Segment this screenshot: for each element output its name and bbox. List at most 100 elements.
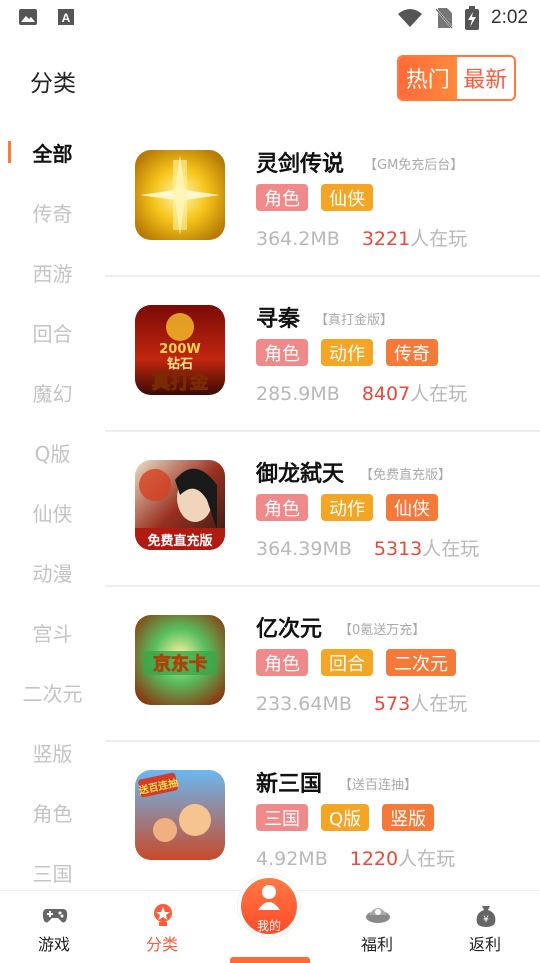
category-sidebar: 全部 传奇 西游 回合 魔幻 Q版 仙侠 动漫 宫斗 二次元 竖版 角色 三国 bbox=[0, 122, 105, 890]
sidebar-item-label: 宫斗 bbox=[32, 621, 73, 646]
game-promo-note: 【GM免充后台】 bbox=[364, 158, 464, 173]
header: 分类 热门 最新 bbox=[0, 36, 540, 122]
game-icon: 200W 钻石 真打金 bbox=[135, 305, 225, 395]
list-item[interactable]: 京东卡 亿次元 【0氪送万充】 角色 回合 二次元 233.64MB 573人在玩 bbox=[105, 587, 540, 742]
sidebar-item-rpg[interactable]: 角色 bbox=[0, 782, 105, 842]
sort-toggle: 热门 最新 bbox=[397, 55, 516, 101]
icon-text: 免费直充版 bbox=[147, 533, 212, 549]
game-size: 4.92MB bbox=[256, 848, 328, 870]
list-item[interactable]: 200W 钻石 真打金 寻秦 【真打金版】 角色 动作 传奇 285.9MB 84… bbox=[105, 277, 540, 432]
sidebar-item-three-kingdoms[interactable]: 三国 bbox=[0, 842, 105, 890]
game-meta: 364.2MB 3221人在玩 bbox=[256, 224, 467, 251]
player-count-suffix: 人在玩 bbox=[410, 228, 468, 250]
status-time: 2:02 bbox=[491, 7, 528, 28]
player-count: 1220 bbox=[349, 848, 399, 870]
game-tags: 角色 动作 传奇 bbox=[256, 339, 438, 366]
sidebar-item-label: 三国 bbox=[32, 861, 73, 886]
tab-hot[interactable]: 热门 bbox=[399, 57, 457, 99]
sidebar-item-legend[interactable]: 传奇 bbox=[0, 182, 105, 242]
genre-tag: 回合 bbox=[321, 649, 373, 676]
game-promo-note: 【免费直充版】 bbox=[360, 468, 452, 483]
tab-newest[interactable]: 最新 bbox=[456, 57, 514, 99]
game-meta: 4.92MB 1220人在玩 bbox=[256, 844, 455, 871]
list-item[interactable]: 免费直充版 御龙弑天 【免费直充版】 角色 动作 仙侠 364.39MB 5313… bbox=[105, 432, 540, 587]
list-item[interactable]: 送百连抽 新三国 【送百连抽】 三国 Q版 竖版 4.92MB 1220人在玩 bbox=[105, 742, 540, 890]
sidebar-item-label: 仙侠 bbox=[32, 501, 73, 526]
icon-text: 京东卡 bbox=[153, 653, 207, 675]
game-size: 285.9MB bbox=[256, 383, 340, 405]
genre-tag: 二次元 bbox=[386, 649, 456, 676]
player-count-suffix: 人在玩 bbox=[422, 538, 480, 560]
sidebar-item-anime[interactable]: 动漫 bbox=[0, 542, 105, 602]
page-title: 分类 bbox=[30, 71, 76, 97]
player-count-suffix: 人在玩 bbox=[398, 848, 456, 870]
list-item[interactable]: 灵剑传说 【GM免充后台】 角色 仙侠 364.2MB 3221人在玩 bbox=[105, 122, 540, 277]
game-icon-art: 200W 钻石 真打金 bbox=[135, 305, 225, 395]
wifi-icon bbox=[398, 9, 423, 27]
player-count: 5313 bbox=[373, 538, 423, 560]
game-name: 御龙弑天 bbox=[256, 462, 345, 487]
game-name: 寻秦 bbox=[256, 307, 301, 332]
sidebar-item-turn-based[interactable]: 回合 bbox=[0, 302, 105, 362]
genre-tag: 仙侠 bbox=[386, 494, 438, 521]
genre-tag: 动作 bbox=[321, 339, 373, 366]
sidebar-item-journey-west[interactable]: 西游 bbox=[0, 242, 105, 302]
player-count: 3221 bbox=[361, 228, 411, 250]
gift-icon bbox=[366, 908, 390, 923]
game-meta: 285.9MB 8407人在玩 bbox=[256, 379, 467, 406]
game-icon-art: 送百连抽 bbox=[135, 770, 225, 860]
nav-rebate[interactable]: ¥ 返利 bbox=[435, 891, 535, 961]
sidebar-item-chibi[interactable]: Q版 bbox=[0, 422, 105, 482]
nav-label: 我的 bbox=[256, 919, 281, 933]
sidebar-item-vertical[interactable]: 竖版 bbox=[0, 722, 105, 782]
game-tags: 三国 Q版 竖版 bbox=[256, 804, 435, 831]
nav-label: 返利 bbox=[468, 935, 501, 954]
no-sim-icon bbox=[435, 8, 453, 29]
sidebar-item-all[interactable]: 全部 bbox=[0, 122, 105, 182]
status-bar: A 2:02 bbox=[0, 0, 540, 36]
genre-tag: 竖版 bbox=[382, 804, 435, 831]
game-tags: 角色 动作 仙侠 bbox=[256, 494, 438, 521]
genre-tag: 角色 bbox=[256, 184, 308, 211]
player-count: 8407 bbox=[361, 383, 411, 405]
bottom-nav: 游戏 分类 我的 福利 ¥ 返利 bbox=[0, 875, 540, 963]
nav-label: 分类 bbox=[145, 935, 178, 954]
sidebar-item-label: Q版 bbox=[34, 441, 71, 466]
sidebar-item-xianxia[interactable]: 仙侠 bbox=[0, 482, 105, 542]
game-list: 灵剑传说 【GM免充后台】 角色 仙侠 364.2MB 3221人在玩 200W … bbox=[105, 122, 540, 890]
nav-welfare[interactable]: 福利 bbox=[327, 891, 427, 961]
game-name: 亿次元 bbox=[256, 617, 323, 642]
genre-tag: 角色 bbox=[256, 339, 308, 366]
genre-tag: 仙侠 bbox=[321, 184, 373, 211]
game-name: 灵剑传说 bbox=[256, 152, 345, 177]
genre-tag: 传奇 bbox=[386, 339, 438, 366]
text-a-icon: A bbox=[58, 9, 74, 25]
sidebar-item-fantasy[interactable]: 魔幻 bbox=[0, 362, 105, 422]
nav-games[interactable]: 游戏 bbox=[4, 891, 104, 961]
gamepad-icon bbox=[42, 909, 68, 923]
game-icon-art bbox=[135, 150, 225, 240]
genre-tag: Q版 bbox=[321, 804, 370, 831]
game-size: 364.39MB bbox=[256, 538, 352, 560]
game-icon bbox=[135, 150, 225, 240]
svg-text:¥: ¥ bbox=[483, 915, 489, 925]
nav-mine[interactable]: 我的 bbox=[235, 875, 303, 961]
game-icon-art: 京东卡 bbox=[135, 615, 225, 705]
sidebar-item-label: 魔幻 bbox=[32, 381, 73, 406]
game-icon: 送百连抽 bbox=[135, 770, 225, 860]
nav-label: 福利 bbox=[360, 935, 393, 954]
sidebar-item-2d[interactable]: 二次元 bbox=[0, 662, 105, 722]
center-button-base bbox=[230, 957, 310, 963]
genre-tag: 角色 bbox=[256, 649, 308, 676]
game-promo-note: 【送百连抽】 bbox=[339, 778, 418, 793]
player-count-suffix: 人在玩 bbox=[410, 383, 468, 405]
sidebar-item-label: 二次元 bbox=[22, 681, 83, 706]
sidebar-item-label: 角色 bbox=[32, 801, 73, 826]
genre-tag: 三国 bbox=[256, 804, 308, 831]
game-icon-art: 免费直充版 bbox=[135, 460, 225, 550]
nav-label: 游戏 bbox=[37, 935, 70, 954]
nav-category[interactable]: 分类 bbox=[112, 891, 212, 961]
sidebar-item-palace[interactable]: 宫斗 bbox=[0, 602, 105, 662]
game-tags: 角色 回合 二次元 bbox=[256, 649, 456, 676]
sidebar-item-label: 西游 bbox=[32, 261, 73, 286]
